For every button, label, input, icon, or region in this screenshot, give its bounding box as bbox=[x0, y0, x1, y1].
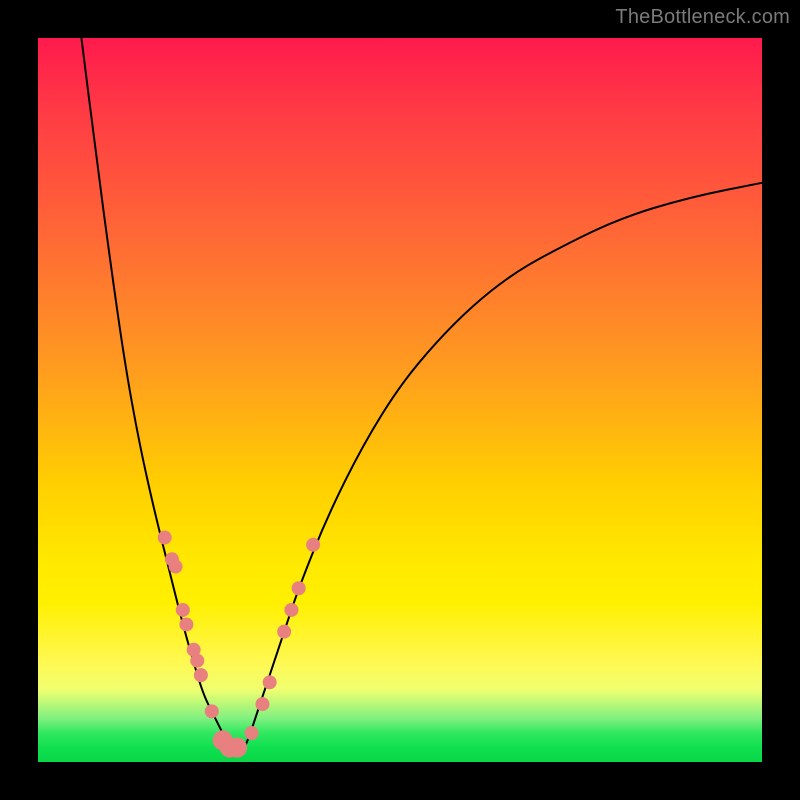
scatter-dot bbox=[263, 675, 277, 689]
scatter-dot bbox=[245, 726, 259, 740]
scatter-dot bbox=[158, 531, 172, 545]
chart-svg bbox=[38, 38, 762, 762]
scatter-dot bbox=[169, 560, 183, 574]
scatter-dot bbox=[176, 603, 190, 617]
watermark-text: TheBottleneck.com bbox=[615, 6, 790, 29]
scatter-dots bbox=[158, 531, 320, 758]
plot-area bbox=[38, 38, 762, 762]
curve-right bbox=[241, 183, 762, 755]
scatter-dot bbox=[284, 603, 298, 617]
chart-frame: TheBottleneck.com bbox=[0, 0, 800, 800]
scatter-dot bbox=[179, 617, 193, 631]
scatter-dot bbox=[277, 625, 291, 639]
scatter-dot bbox=[306, 538, 320, 552]
scatter-dot bbox=[255, 697, 269, 711]
scatter-dot bbox=[194, 668, 208, 682]
curve-left bbox=[81, 38, 240, 755]
scatter-dot bbox=[205, 704, 219, 718]
scatter-dot bbox=[190, 654, 204, 668]
scatter-dot bbox=[292, 581, 306, 595]
scatter-dot bbox=[227, 738, 247, 758]
